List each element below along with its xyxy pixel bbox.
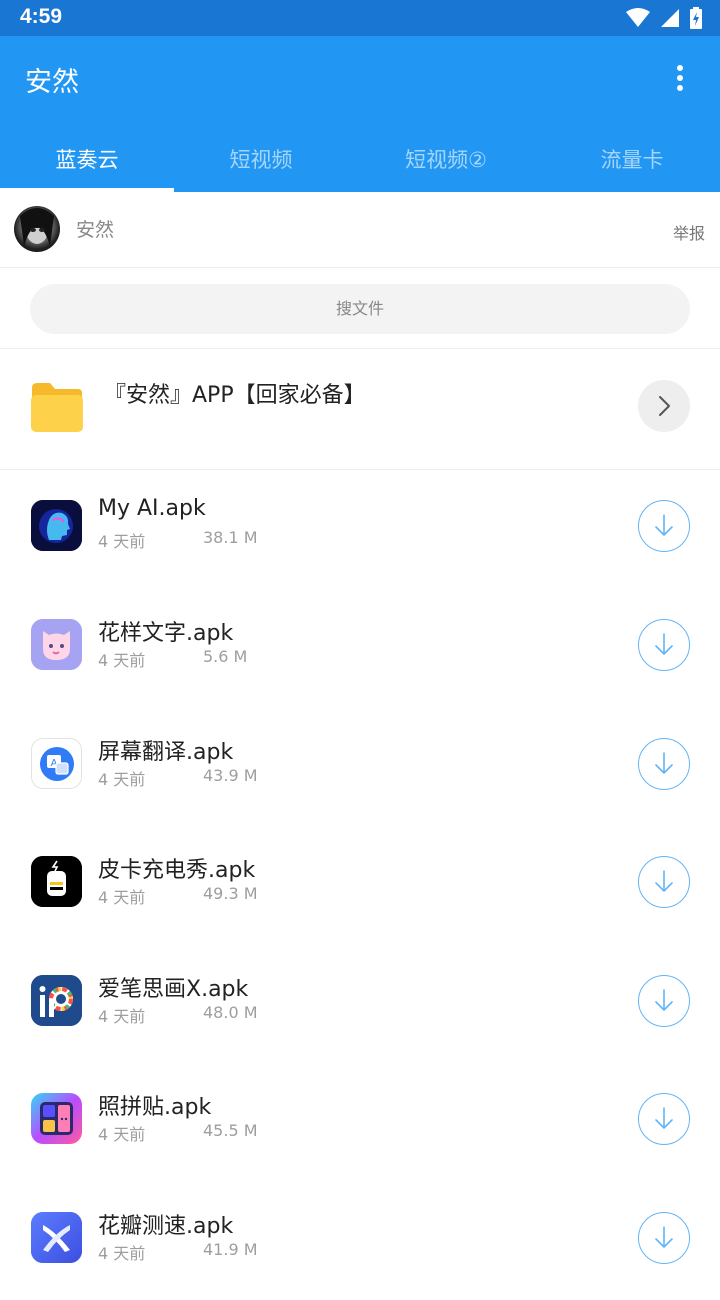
profile-row: 安然 举报 — [0, 192, 720, 268]
file-row[interactable]: 花瓣测速.apk 4 天前 41.9 M — [0, 1182, 720, 1300]
download-arrow-icon — [655, 752, 673, 774]
file-age: 4 天前 — [98, 1125, 146, 1144]
file-age: 4 天前 — [98, 532, 146, 551]
status-icons — [626, 6, 702, 30]
profile-name: 安然 — [76, 219, 115, 241]
file-size: 45.5 M — [203, 1121, 258, 1140]
file-age: 4 天前 — [98, 1244, 146, 1263]
file-meta: 4 天前 5.6 M — [98, 647, 247, 671]
cell-signal-icon — [661, 9, 679, 27]
status-bar: 4:59 — [0, 0, 720, 36]
file-size: 43.9 M — [203, 766, 258, 785]
open-folder-button[interactable] — [638, 380, 690, 432]
download-button[interactable] — [638, 738, 690, 790]
file-meta: 4 天前 38.1 M — [98, 528, 258, 552]
file-meta: 4 天前 45.5 M — [98, 1121, 258, 1145]
tab-short-video[interactable]: 短视频 — [174, 132, 348, 192]
wifi-icon — [626, 8, 650, 27]
file-row[interactable]: 爱笔思画X.apk 4 天前 48.0 M — [0, 945, 720, 1063]
avatar[interactable] — [14, 206, 60, 252]
download-button[interactable] — [638, 500, 690, 552]
file-age: 4 天前 — [98, 1007, 146, 1026]
file-row[interactable]: 花样文字.apk 4 天前 5.6 M — [0, 589, 720, 707]
photo-collage-app-icon — [31, 1093, 82, 1144]
folder-name: 『安然』APP【回家必备】 — [104, 383, 366, 408]
file-age: 4 天前 — [98, 651, 146, 670]
file-name: 屏幕翻译.apk — [98, 740, 234, 765]
screen-translate-app-icon: A — [31, 738, 82, 789]
download-button[interactable] — [638, 619, 690, 671]
file-size: 5.6 M — [203, 647, 248, 666]
battery-icon — [690, 7, 702, 29]
download-button[interactable] — [638, 975, 690, 1027]
file-size: 48.0 M — [203, 1003, 258, 1022]
file-meta: 4 天前 43.9 M — [98, 766, 258, 790]
file-age: 4 天前 — [98, 770, 146, 789]
more-options-icon[interactable] — [670, 64, 690, 94]
app-title: 安然 — [25, 67, 79, 98]
file-row[interactable]: 皮卡充电秀.apk 4 天前 49.3 M — [0, 826, 720, 944]
download-button[interactable] — [638, 1212, 690, 1264]
my-ai-app-icon — [31, 500, 82, 551]
file-age: 4 天前 — [98, 888, 146, 907]
tab-short-video-2[interactable]: 短视频② — [348, 132, 544, 192]
file-size: 41.9 M — [203, 1240, 258, 1259]
file-name: 花样文字.apk — [98, 621, 234, 646]
download-button[interactable] — [638, 856, 690, 908]
file-name: My AI.apk — [98, 496, 206, 521]
chevron-right-icon — [659, 396, 670, 416]
ibis-paint-app-icon — [31, 975, 82, 1026]
folder-icon — [31, 383, 83, 432]
download-arrow-icon — [655, 1107, 673, 1129]
file-meta: 4 天前 41.9 M — [98, 1240, 258, 1264]
file-meta: 4 天前 48.0 M — [98, 1003, 258, 1027]
download-arrow-icon — [655, 633, 673, 655]
file-name: 爱笔思画X.apk — [98, 977, 249, 1002]
petal-speedtest-app-icon — [31, 1212, 82, 1263]
download-arrow-icon — [655, 1226, 673, 1248]
tab-lanzouyun[interactable]: 蓝奏云 — [0, 132, 174, 192]
download-arrow-icon — [655, 514, 673, 536]
file-name: 花瓣测速.apk — [98, 1214, 234, 1239]
file-row[interactable]: A 屏幕翻译.apk 4 天前 43.9 M — [0, 708, 720, 826]
download-arrow-icon — [655, 989, 673, 1011]
download-arrow-icon — [655, 870, 673, 892]
download-button[interactable] — [638, 1093, 690, 1145]
tab-data-card[interactable]: 流量卡 — [544, 132, 720, 192]
file-row[interactable]: My AI.apk 4 天前 38.1 M — [0, 470, 720, 588]
status-time: 4:59 — [20, 5, 63, 28]
file-row[interactable]: 照拼贴.apk 4 天前 45.5 M — [0, 1063, 720, 1181]
tab-bar: 蓝奏云 短视频 短视频② 流量卡 — [0, 132, 720, 192]
app-bar: 安然 蓝奏云 短视频 短视频② 流量卡 — [0, 36, 720, 192]
report-link[interactable]: 举报 — [673, 220, 705, 244]
folder-row[interactable]: 『安然』APP【回家必备】 — [0, 349, 720, 469]
file-name: 皮卡充电秀.apk — [98, 858, 256, 883]
search-input[interactable]: 搜文件 — [30, 284, 690, 334]
huayang-wenzi-app-icon — [31, 619, 82, 670]
file-name: 照拼贴.apk — [98, 1095, 212, 1120]
file-meta: 4 天前 49.3 M — [98, 884, 258, 908]
file-size: 49.3 M — [203, 884, 258, 903]
file-size: 38.1 M — [203, 528, 258, 547]
pika-charging-app-icon — [31, 856, 82, 907]
